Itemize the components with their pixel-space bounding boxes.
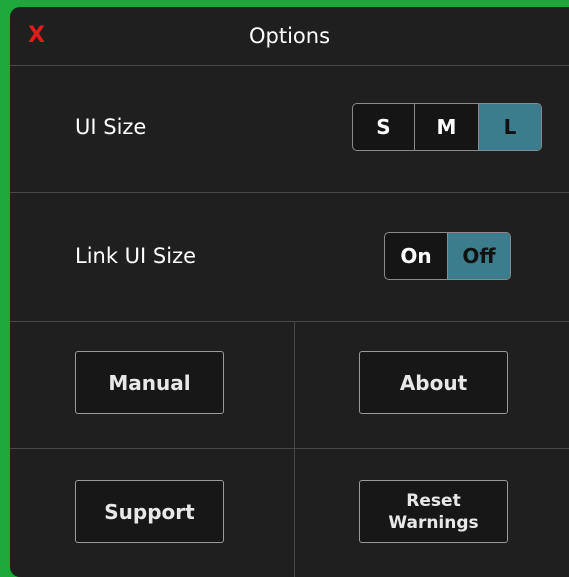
options-dialog: X Options UI Size S M L Link UI Size On …	[10, 7, 569, 577]
link-ui-size-off[interactable]: Off	[447, 233, 510, 279]
link-ui-size-toggle: On Off	[384, 232, 511, 280]
title-bar: X Options	[10, 7, 569, 66]
button-row-1: Manual About	[10, 322, 569, 449]
column-divider	[294, 322, 295, 448]
about-button[interactable]: About	[359, 351, 508, 414]
dialog-title: Options	[248, 24, 331, 48]
ui-size-row: UI Size S M L	[10, 65, 569, 193]
support-button[interactable]: Support	[75, 480, 224, 543]
button-row-2: Support Reset Warnings	[10, 449, 569, 577]
link-ui-size-on[interactable]: On	[385, 233, 447, 279]
ui-size-option-s[interactable]: S	[353, 104, 414, 150]
reset-warnings-line2: Warnings	[388, 512, 479, 533]
link-ui-size-row: Link UI Size On Off	[10, 193, 569, 322]
link-ui-size-label: Link UI Size	[75, 244, 197, 268]
ui-size-option-l[interactable]: L	[478, 104, 541, 150]
reset-warnings-button[interactable]: Reset Warnings	[359, 480, 508, 543]
manual-button[interactable]: Manual	[75, 351, 224, 414]
column-divider	[294, 449, 295, 577]
ui-size-label: UI Size	[75, 115, 147, 139]
reset-warnings-line1: Reset	[406, 490, 461, 511]
ui-size-selector: S M L	[352, 103, 542, 151]
ui-size-option-m[interactable]: M	[414, 104, 478, 150]
